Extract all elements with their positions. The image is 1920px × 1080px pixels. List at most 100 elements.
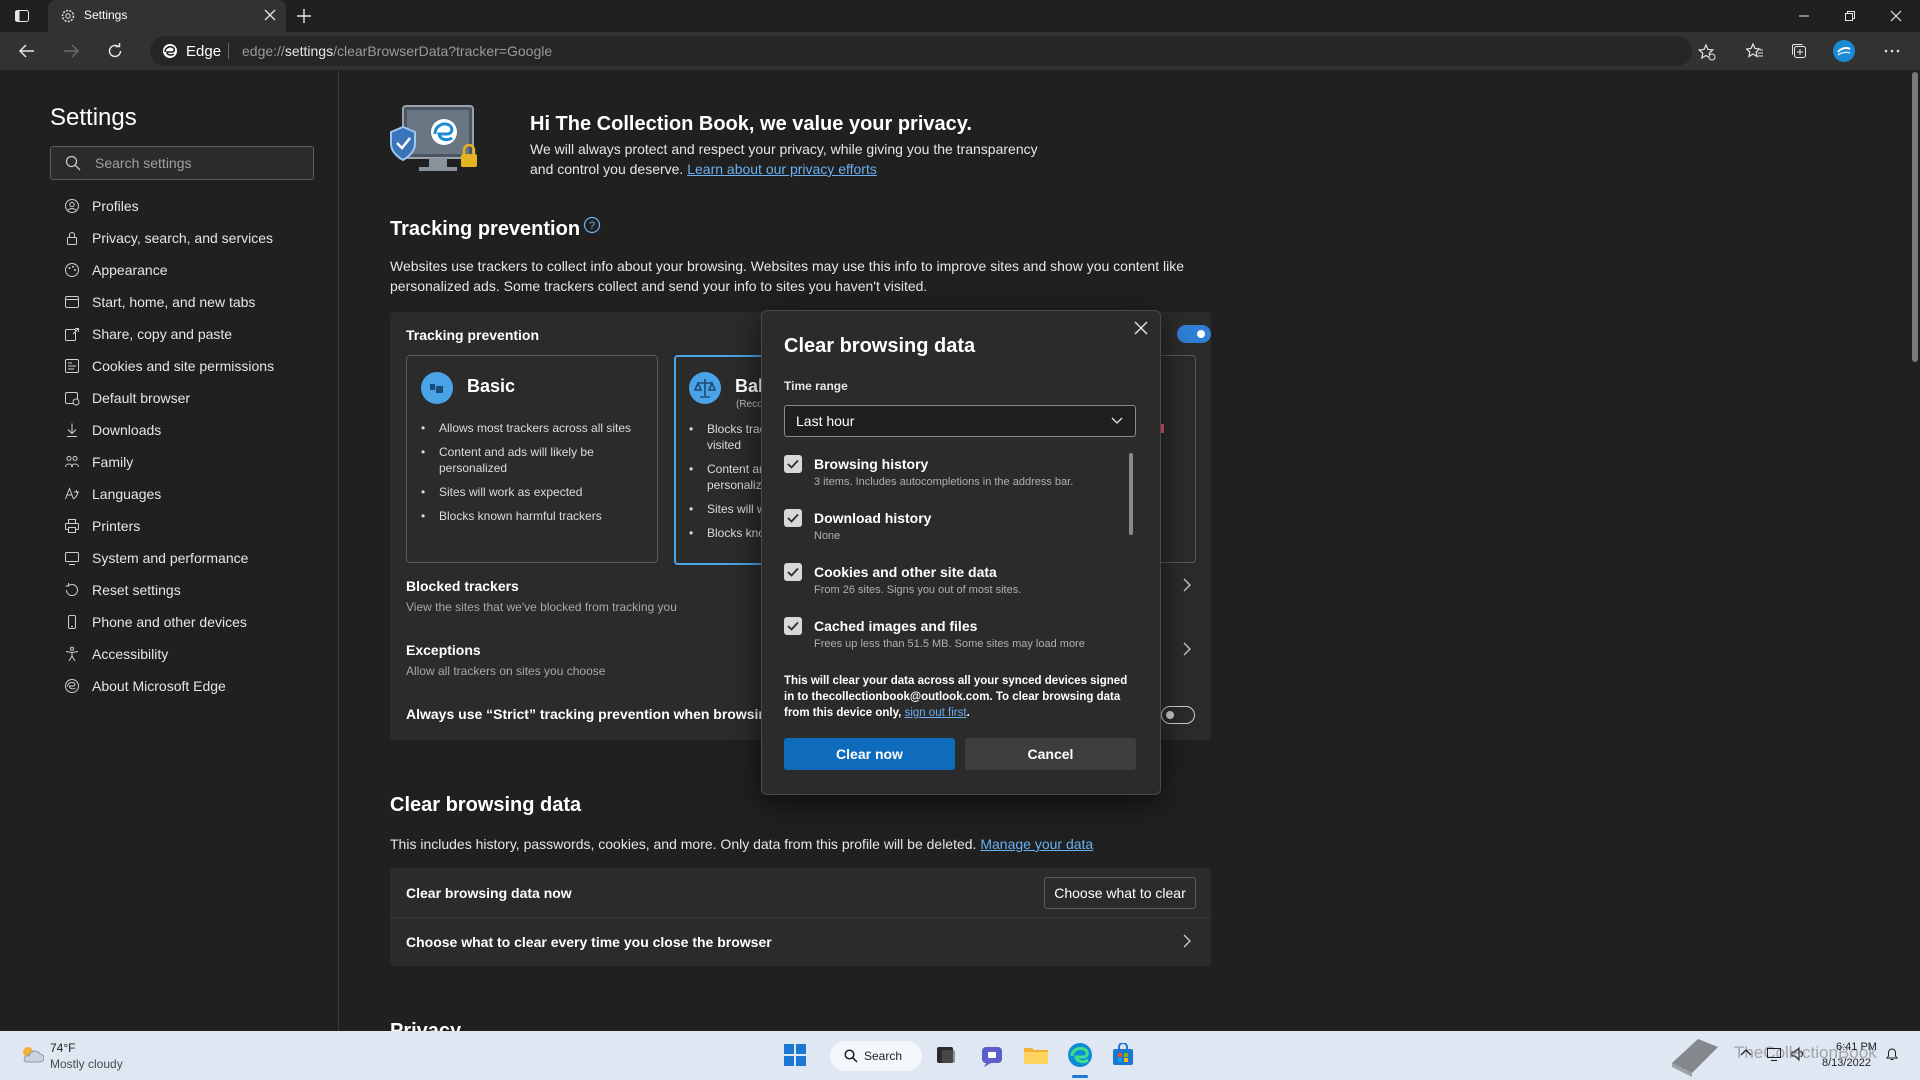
clear-on-close-chevron-icon[interactable] (1181, 934, 1193, 948)
dialog-scrollbar[interactable] (1129, 453, 1133, 535)
tab-title: Settings (84, 8, 128, 22)
download-history-checkbox[interactable]: Download history None (784, 509, 1124, 557)
task-view-icon[interactable] (935, 1044, 957, 1066)
minimize-icon[interactable] (1781, 0, 1827, 32)
exceptions-title[interactable]: Exceptions (406, 642, 481, 658)
sidebar-item-system[interactable]: System and performance (56, 542, 326, 574)
language-icon (64, 486, 80, 502)
store-icon[interactable] (1111, 1043, 1135, 1067)
blocked-trackers-title[interactable]: Blocked trackers (406, 578, 519, 594)
notification-bell-icon[interactable] (1884, 1046, 1900, 1062)
checkbox-checked[interactable] (784, 509, 802, 527)
sidebar-item-appearance[interactable]: Appearance (56, 254, 326, 286)
chevron-up-icon[interactable] (1740, 1047, 1752, 1057)
browser-icon (64, 390, 80, 406)
time-range-select[interactable]: Last hour (784, 405, 1136, 437)
close-window-icon[interactable] (1873, 0, 1919, 32)
sidebar-item-printers[interactable]: Printers (56, 510, 326, 542)
checkbox-checked[interactable] (784, 617, 802, 635)
strict-always-toggle[interactable] (1161, 706, 1195, 724)
tab-settings[interactable]: Settings (48, 0, 286, 32)
collections-icon[interactable] (1790, 42, 1808, 60)
tab-actions-icon[interactable] (14, 8, 30, 24)
weather-icon[interactable] (18, 1043, 44, 1065)
address-bar[interactable]: Edge edge://settings/clearBrowserData?tr… (150, 36, 1716, 66)
reset-icon (64, 582, 80, 598)
network-icon[interactable] (1766, 1046, 1782, 1062)
privacy-heading: Privacy (390, 1020, 462, 1031)
more-menu-icon[interactable] (1883, 42, 1901, 60)
clear-on-close-row-label[interactable]: Choose what to clear every time you clos… (406, 934, 772, 950)
sidebar-item-label: Accessibility (92, 646, 169, 662)
url-text[interactable]: edge://settings/clearBrowserData?tracker… (242, 43, 552, 59)
sidebar-item-phone[interactable]: Phone and other devices (56, 606, 326, 638)
sidebar-item-label: Appearance (92, 262, 168, 278)
tracking-desc-1: Websites use trackers to collect info ab… (390, 258, 1184, 274)
choose-what-to-clear-button[interactable]: Choose what to clear (1044, 877, 1196, 909)
close-tab-icon[interactable] (264, 9, 276, 21)
start-icon[interactable] (783, 1043, 807, 1067)
chevron-down-icon (1111, 416, 1123, 426)
share-icon (64, 326, 80, 342)
basic-title: Basic (467, 376, 516, 396)
privacy-banner-body: We will always protect and respect your … (530, 141, 1038, 157)
back-icon[interactable] (18, 42, 36, 60)
file-explorer-icon[interactable] (1023, 1043, 1049, 1067)
checkbox-checked[interactable] (784, 563, 802, 581)
basic-option-card[interactable]: Basic • Allows most trackers across all s… (406, 355, 658, 563)
edge-taskbar-icon[interactable] (1067, 1042, 1093, 1068)
help-icon[interactable]: ? (583, 216, 601, 234)
sidebar-item-share-copy[interactable]: Share, copy and paste (56, 318, 326, 350)
manage-data-link[interactable]: Manage your data (980, 836, 1093, 852)
add-favorite-icon[interactable] (1698, 43, 1716, 61)
sidebar-item-default-browser[interactable]: Default browser (56, 382, 326, 414)
cancel-button[interactable]: Cancel (965, 738, 1136, 770)
teams-chat-icon[interactable] (980, 1044, 1004, 1068)
sidebar-item-downloads[interactable]: Downloads (56, 414, 326, 446)
browsing-history-checkbox[interactable]: Browsing history 3 items. Includes autoc… (784, 455, 1124, 503)
blocked-trackers-chevron-icon[interactable] (1181, 578, 1193, 592)
clock-date[interactable]: 8/13/2022 (1822, 1057, 1871, 1069)
checkbox-subtitle: Frees up less than 51.5 MB. Some sites m… (814, 638, 1085, 650)
exceptions-chevron-icon[interactable] (1181, 642, 1193, 656)
cookies-checkbox[interactable]: Cookies and other site data From 26 site… (784, 563, 1124, 611)
sidebar-item-start-home[interactable]: Start, home, and new tabs (56, 286, 326, 318)
taskbar-search[interactable]: Search (830, 1041, 922, 1071)
download-icon (64, 422, 80, 438)
sidebar-item-label: Share, copy and paste (92, 326, 233, 342)
toggle-knob (1166, 711, 1174, 719)
dialog-close-icon[interactable] (1134, 321, 1148, 335)
tracking-toggle[interactable] (1177, 325, 1211, 343)
search-settings-input[interactable]: Search settings (50, 146, 314, 180)
checkbox-checked[interactable] (784, 455, 802, 473)
page-scrollbar-thumb[interactable] (1912, 72, 1918, 362)
profile-icon (64, 198, 80, 214)
exceptions-sub: Allow all trackers on sites you choose (406, 664, 606, 678)
clock-time[interactable]: 6:41 PM (1836, 1041, 1877, 1053)
clear-data-desc: This includes history, passwords, cookie… (390, 836, 1094, 852)
refresh-icon[interactable] (106, 42, 124, 60)
sidebar-item-family[interactable]: Family (56, 446, 326, 478)
forward-icon[interactable] (62, 42, 80, 60)
profile-avatar[interactable] (1833, 40, 1855, 62)
dialog-title: Clear browsing data (784, 335, 976, 357)
privacy-efforts-link[interactable]: Learn about our privacy efforts (687, 161, 877, 177)
sidebar-item-accessibility[interactable]: Accessibility (56, 638, 326, 670)
sidebar-item-profiles[interactable]: Profiles (56, 190, 326, 222)
sidebar-item-about[interactable]: About Microsoft Edge (56, 670, 326, 702)
restore-icon[interactable] (1827, 0, 1873, 32)
balanced-icon (689, 372, 721, 404)
sidebar-item-privacy[interactable]: Privacy, search, and services (56, 222, 326, 254)
checkbox-subtitle: From 26 sites. Signs you out of most sit… (814, 584, 1022, 596)
sidebar-item-cookies[interactable]: Cookies and site permissions (56, 350, 326, 382)
sidebar-item-languages[interactable]: Languages (56, 478, 326, 510)
volume-icon[interactable] (1790, 1046, 1806, 1062)
privacy-banner-title: Hi The Collection Book, we value your pr… (530, 113, 972, 135)
clear-now-button[interactable]: Clear now (784, 738, 955, 770)
favorites-icon[interactable] (1746, 42, 1764, 60)
sidebar-item-reset[interactable]: Reset settings (56, 574, 326, 606)
sign-out-first-link[interactable]: sign out first (905, 707, 967, 719)
new-tab-icon[interactable] (296, 8, 312, 24)
cached-images-checkbox[interactable]: Cached images and files Frees up less th… (784, 617, 1124, 665)
family-icon (64, 454, 80, 470)
